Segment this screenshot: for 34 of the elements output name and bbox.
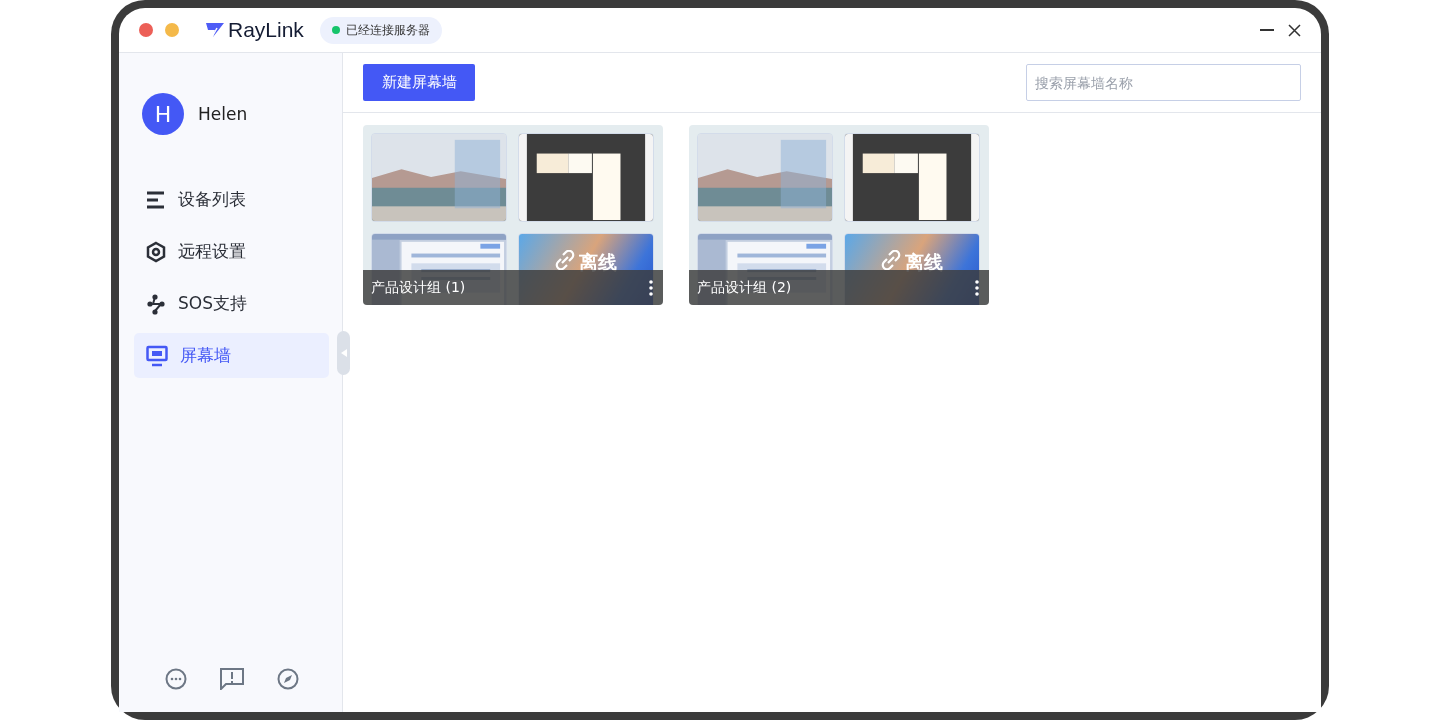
list-icon [146,190,166,209]
sidebar-item[interactable]: 远程设置 [134,229,329,274]
broken-link-icon [555,250,575,270]
logo-icon [205,22,225,38]
minimize-dot[interactable] [165,23,179,37]
screen-wall-card[interactable]: 离线 产品设计组 (2) [689,125,989,305]
sidebar-item[interactable]: 屏幕墙 [134,333,329,378]
close-dot[interactable] [139,23,153,37]
brand-name: RayLink [228,18,304,42]
monitor-icon [146,344,168,367]
compass-icon[interactable] [276,668,299,690]
hexagon-icon [146,240,166,263]
search-field[interactable]: 搜索屏幕墙名称 [1026,64,1301,101]
feedback-icon[interactable] [219,668,244,690]
broken-link-icon [881,250,901,270]
more-icon[interactable] [164,668,187,690]
connection-status: 已经连接服务器 [319,16,442,44]
share-icon [146,292,166,315]
wall-name: 产品设计组 (2) [697,278,792,297]
more-vertical-icon[interactable] [649,279,653,296]
avatar[interactable]: H [142,93,184,135]
offline-label: 离线 [579,250,617,275]
close-icon[interactable] [1288,23,1301,37]
screen-wall-card[interactable]: 离线 产品设计组 (1) [363,125,663,305]
user-name: Helen [198,104,248,124]
wall-name: 产品设计组 (1) [371,278,466,297]
collapse-handle[interactable] [337,331,350,375]
offline-label: 离线 [905,250,943,275]
new-wall-button[interactable]: 新建屏幕墙 [363,64,475,101]
sidebar-item[interactable]: SOS支持 [134,281,329,326]
sidebar-item[interactable]: 设备列表 [134,177,329,222]
more-vertical-icon[interactable] [975,279,979,296]
collapse-arrow-icon [340,349,347,357]
minimize-icon[interactable] [1260,28,1274,32]
